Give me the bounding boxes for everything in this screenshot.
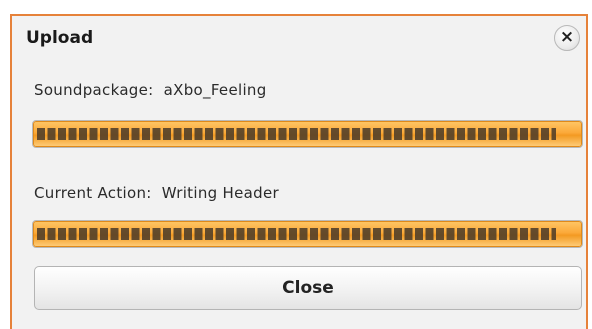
current-action-label: Current Action: — [34, 184, 152, 202]
upload-dialog: Upload × Soundpackage: aXbo_Feeling Curr… — [10, 14, 588, 329]
soundpackage-label: Soundpackage: — [34, 81, 154, 99]
soundpackage-value: aXbo_Feeling — [163, 81, 267, 99]
soundpackage-progress-ticks — [37, 128, 556, 140]
current-action-progress-bar — [32, 220, 583, 248]
close-icon[interactable]: × — [554, 25, 580, 51]
close-button[interactable]: Close — [34, 266, 582, 310]
close-glyph: × — [559, 27, 575, 47]
dialog-title: Upload — [26, 28, 94, 48]
current-action-value: Writing Header — [161, 184, 279, 202]
current-action-progress-ticks — [37, 228, 556, 240]
soundpackage-progress-bar — [32, 120, 583, 148]
current-action-row: Current Action: Writing Header — [34, 184, 279, 202]
soundpackage-row: Soundpackage: aXbo_Feeling — [34, 81, 267, 99]
